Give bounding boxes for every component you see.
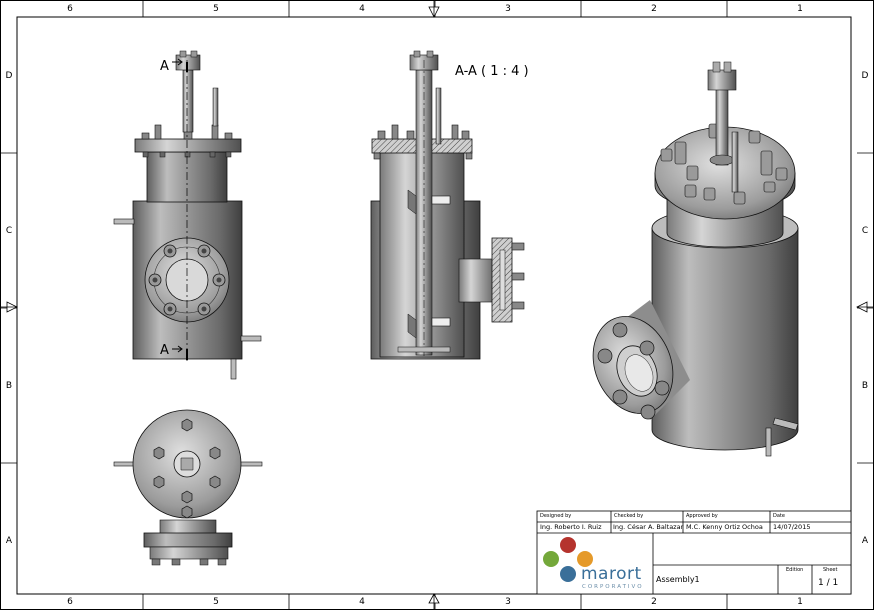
assembly-name: Assembly1 [656,575,700,584]
border-column-label: 3 [505,597,511,607]
border-column-label: 5 [213,597,219,607]
border-column-label: 6 [67,4,73,14]
border-column-label: 6 [67,597,73,607]
company-logo-name: marort [581,564,642,584]
designed-by-label: Designed by [540,513,572,519]
checked-by-label: Checked by [614,513,644,519]
date-value: 14/07/2015 [773,523,811,531]
approved-by-value: M.C. Kenny Ortiz Ochoa [686,523,763,531]
date-label: Date [773,513,785,519]
section-marker-top: A [160,59,169,74]
border-column-label: 1 [797,597,803,607]
border-row-label: C [6,226,12,236]
border-column-label: 3 [505,4,511,14]
edition-label: Edition [786,567,804,573]
border-row-label: A [862,536,869,546]
border-column-label: 4 [359,4,365,14]
border-row-label: C [862,226,868,236]
section-view-title: A-A ( 1 : 4 ) [455,64,529,79]
border-row-label: D [862,71,869,81]
sheet-label: Sheet [823,567,838,573]
sheet-value: 1 / 1 [818,578,839,588]
approved-by-label: Approved by [686,513,718,519]
checked-by-value: Ing. César A. Baltazar [613,523,684,531]
border-row-label: B [862,381,868,391]
border-row-label: B [6,381,12,391]
border-column-label: 4 [359,597,365,607]
border-column-label: 5 [213,4,219,14]
designed-by-value: Ing. Roberto I. Ruiz [540,523,602,531]
section-marker-bottom: A [160,343,169,358]
border-column-label: 2 [651,597,657,607]
border-row-label: A [6,536,13,546]
border-column-label: 1 [797,4,803,14]
drawing-sheet: 6 6 5 5 4 4 3 3 2 2 1 1 D D C C B B A A A A A-A (1: 4… [0,0,874,610]
company-logo-sub: CORPORATIVO [582,584,644,590]
border-row-label: D [6,71,13,81]
border-column-label: 2 [651,4,657,14]
